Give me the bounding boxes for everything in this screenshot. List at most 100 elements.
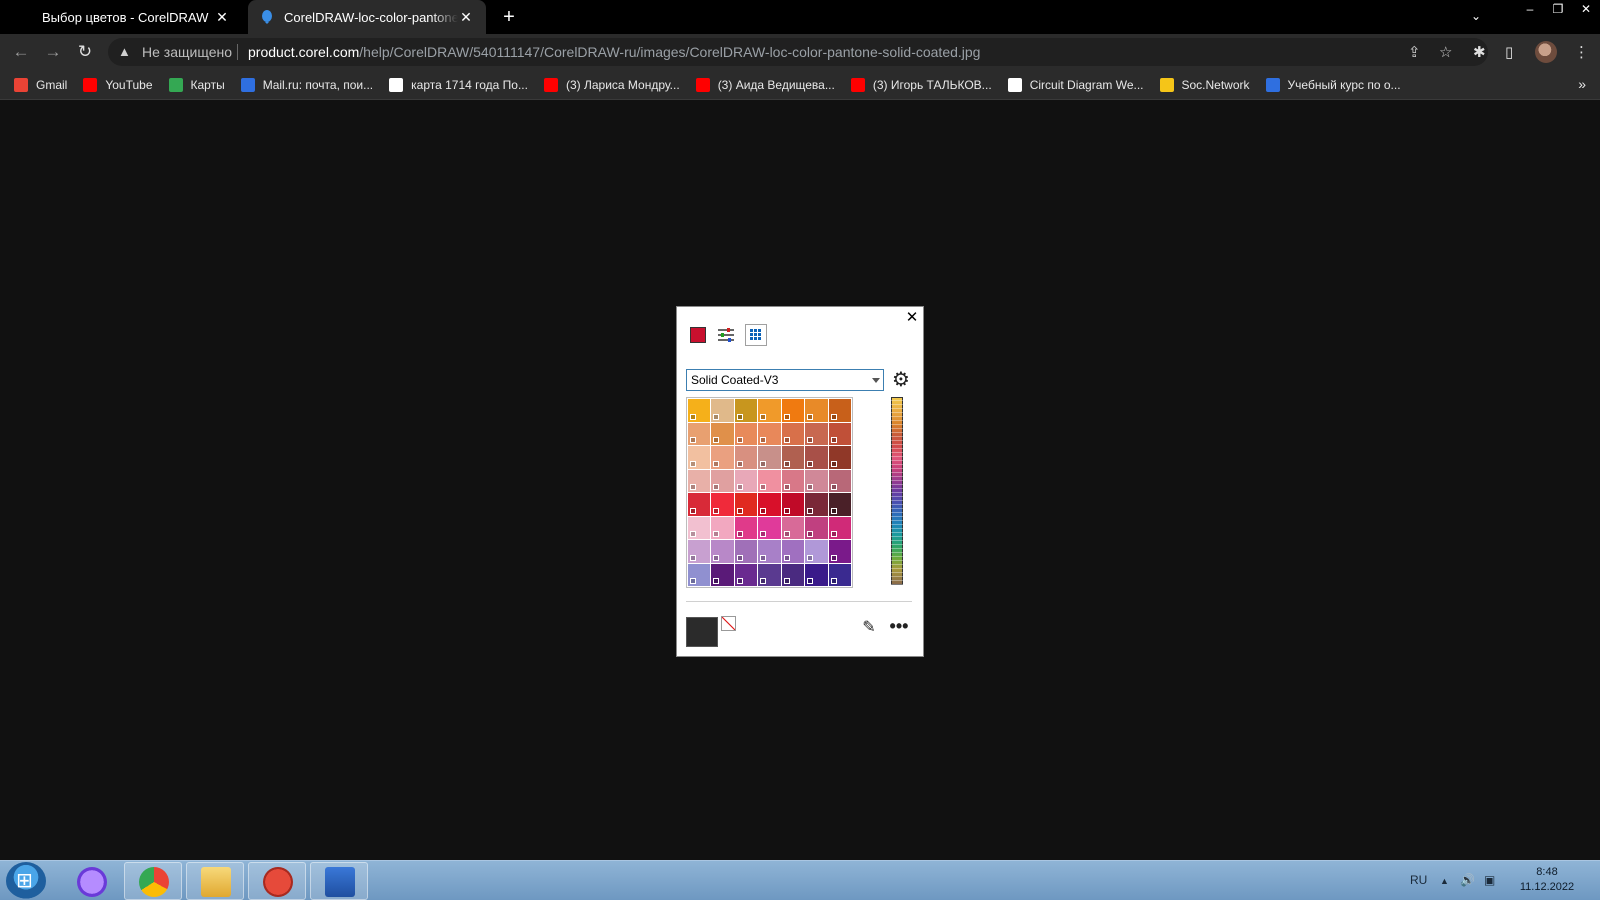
color-swatch[interactable] (734, 399, 758, 422)
color-swatch[interactable] (711, 516, 734, 539)
reload-button[interactable]: ↻ (74, 41, 96, 63)
eyedropper-icon[interactable]: ✎ (860, 619, 878, 637)
docker-close-button[interactable]: ✕ (903, 309, 921, 327)
color-swatch[interactable] (734, 446, 758, 469)
network-icon[interactable]: ▣ (1484, 873, 1495, 887)
color-swatch[interactable] (688, 516, 711, 539)
language-indicator[interactable]: RU (1410, 873, 1427, 887)
share-icon[interactable]: ⇪ (1408, 43, 1421, 61)
close-window-button[interactable]: ✕ (1572, 0, 1600, 20)
color-swatch[interactable] (781, 422, 805, 445)
color-swatch[interactable] (711, 446, 734, 469)
bookmark-item[interactable]: Soc.Network (1159, 77, 1250, 92)
color-swatch[interactable] (711, 540, 734, 563)
url-text[interactable]: product.corel.com/help/CorelDRAW/5401111… (248, 44, 980, 60)
side-panel-icon[interactable]: ▯ (1505, 43, 1513, 61)
color-swatch[interactable] (688, 446, 711, 469)
bookmark-item[interactable]: карта 1714 года По... (389, 77, 528, 92)
color-swatch[interactable] (828, 516, 851, 539)
color-swatch[interactable] (781, 493, 805, 516)
security-label[interactable]: Не защищено (142, 44, 232, 60)
color-swatch[interactable] (688, 563, 711, 586)
extensions-icon[interactable]: ✱ (1473, 43, 1486, 61)
new-tab-button[interactable]: + (498, 6, 520, 28)
color-swatch[interactable] (805, 422, 828, 445)
color-swatch[interactable] (805, 516, 828, 539)
address-bar[interactable]: ▲ Не защищено product.corel.com/help/Cor… (108, 38, 1488, 66)
back-button[interactable]: ← (10, 41, 32, 63)
color-swatch[interactable] (758, 422, 781, 445)
color-swatch[interactable] (805, 563, 828, 586)
start-button[interactable] (6, 862, 46, 900)
bookmark-item[interactable]: Circuit Diagram We... (1007, 77, 1144, 92)
color-swatch[interactable] (734, 493, 758, 516)
color-swatch[interactable] (805, 446, 828, 469)
color-swatch[interactable] (688, 540, 711, 563)
color-swatch[interactable] (781, 469, 805, 492)
color-swatch[interactable] (781, 399, 805, 422)
color-swatch[interactable] (805, 540, 828, 563)
color-swatch[interactable] (828, 540, 851, 563)
system-clock[interactable]: 8:48 11.12.2022 (1512, 865, 1582, 895)
tab-coreldraw-color[interactable]: Выбор цветов - CorelDRAW ✕ (30, 0, 242, 34)
bookmark-star-icon[interactable]: ☆ (1439, 43, 1452, 61)
palette-select[interactable]: Solid Coated-V3 (686, 369, 884, 391)
color-swatch[interactable] (688, 493, 711, 516)
bookmark-item[interactable]: (3) Лариса Мондру... (543, 77, 680, 92)
color-swatch[interactable] (758, 563, 781, 586)
color-swatch[interactable] (758, 469, 781, 492)
color-swatch[interactable] (805, 493, 828, 516)
color-swatch[interactable] (758, 446, 781, 469)
color-swatch[interactable] (734, 516, 758, 539)
taskbar-alice-app[interactable] (62, 862, 120, 900)
color-swatch[interactable] (828, 563, 851, 586)
tab-close-icon[interactable]: ✕ (214, 9, 230, 26)
color-swatch[interactable] (734, 540, 758, 563)
color-swatch[interactable] (828, 446, 851, 469)
taskbar-word[interactable] (310, 862, 368, 900)
no-color-swatch[interactable] (721, 616, 736, 631)
color-swatch[interactable] (734, 422, 758, 445)
color-swatch[interactable] (828, 469, 851, 492)
taskbar-p-app[interactable] (248, 862, 306, 900)
color-swatch[interactable] (781, 540, 805, 563)
bookmark-item[interactable]: Учебный курс по о... (1265, 77, 1401, 92)
bookmark-item[interactable]: Mail.ru: почта, пои... (240, 77, 373, 92)
color-viewer-mode-button[interactable] (687, 324, 709, 346)
taskbar-chrome[interactable] (124, 862, 182, 900)
warning-icon[interactable]: ▲ (118, 44, 131, 59)
forward-button[interactable]: → (42, 41, 64, 63)
palette-mode-button[interactable] (745, 324, 767, 346)
sliders-mode-button[interactable] (715, 324, 737, 346)
color-swatch[interactable] (805, 399, 828, 422)
color-swatch[interactable] (828, 493, 851, 516)
menu-icon[interactable]: ⋮ (1574, 43, 1589, 61)
color-swatch[interactable] (711, 469, 734, 492)
gear-icon[interactable]: ⚙ (890, 369, 912, 391)
color-swatch[interactable] (734, 563, 758, 586)
volume-icon[interactable]: 🔊 (1460, 873, 1475, 887)
color-swatch[interactable] (828, 422, 851, 445)
color-swatch[interactable] (688, 399, 711, 422)
color-swatch[interactable] (758, 493, 781, 516)
more-options-icon[interactable]: ••• (887, 616, 911, 636)
bookmark-item[interactable]: (3) Игорь ТАЛЬКОВ... (850, 77, 992, 92)
color-swatch[interactable] (688, 469, 711, 492)
color-swatch[interactable] (734, 469, 758, 492)
profile-avatar[interactable] (1535, 41, 1557, 63)
tab-search-icon[interactable]: ⌄ (1471, 9, 1481, 23)
color-swatch[interactable] (711, 422, 734, 445)
color-swatch[interactable] (805, 469, 828, 492)
tab-close-icon[interactable]: ✕ (458, 9, 474, 26)
bookmark-item[interactable]: Gmail (14, 77, 67, 92)
color-swatch[interactable] (781, 446, 805, 469)
color-swatch[interactable] (781, 563, 805, 586)
color-swatch[interactable] (711, 563, 734, 586)
color-swatch[interactable] (758, 540, 781, 563)
minimize-button[interactable]: – (1516, 0, 1544, 20)
taskbar-explorer[interactable] (186, 862, 244, 900)
color-swatch[interactable] (758, 399, 781, 422)
bookmark-item[interactable]: Карты (168, 77, 225, 92)
bookmark-item[interactable]: (3) Аида Ведищева... (695, 77, 835, 92)
color-swatch[interactable] (828, 399, 851, 422)
